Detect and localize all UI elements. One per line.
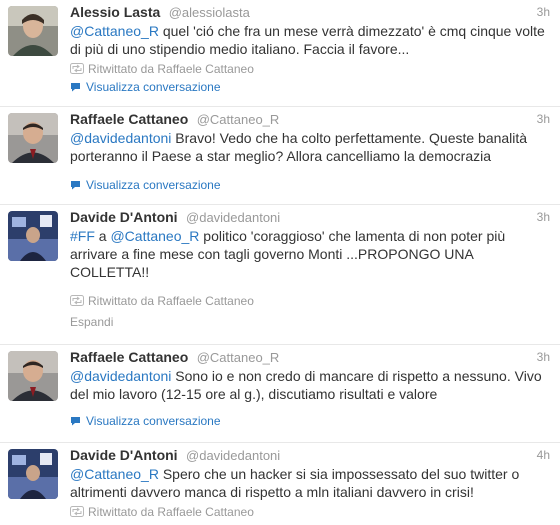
avatar-image [8, 6, 58, 56]
retweet-icon [70, 63, 84, 74]
avatar-image [8, 449, 58, 499]
tweet-fullname[interactable]: Davide D'Antoni [70, 209, 178, 225]
avatar[interactable] [8, 351, 58, 401]
tweet-header: Davide D'Antoni @davidedantoni 3h [70, 209, 550, 227]
tweet-text: @Cattaneo_R Spero che un hacker si sia i… [70, 465, 550, 501]
tweet-header: Alessio Lasta @alessiolasta 3h [70, 4, 550, 22]
tweet[interactable]: Raffaele Cattaneo @Cattaneo_R 3h @davide… [0, 345, 560, 443]
view-conversation-label[interactable]: Visualizza conversazione [86, 414, 221, 428]
tweet-username[interactable]: @davidedantoni [186, 210, 280, 225]
tweet[interactable]: Davide D'Antoni @davidedantoni 3h #FF a … [0, 205, 560, 345]
view-conversation-link[interactable]: Visualizza conversazione [70, 79, 221, 95]
avatar[interactable] [8, 6, 58, 56]
tweet-header: Davide D'Antoni @davidedantoni 4h [70, 447, 550, 465]
avatar-image [8, 211, 58, 261]
tweet[interactable]: Raffaele Cattaneo @Cattaneo_R 3h @davide… [0, 107, 560, 205]
tweet[interactable]: Alessio Lasta @alessiolasta 3h @Cattaneo… [0, 0, 560, 107]
tweet-timestamp[interactable]: 4h [537, 448, 550, 462]
view-conversation-link[interactable]: Visualizza conversazione [70, 413, 221, 429]
view-conversation-label[interactable]: Visualizza conversazione [86, 178, 221, 192]
retweet-label[interactable]: Ritwittato da Raffaele Cattaneo [88, 294, 254, 308]
tweet-text: #FF a @Cattaneo_R politico 'coraggioso' … [70, 227, 550, 281]
avatar[interactable] [8, 113, 58, 163]
tweet-text: @Cattaneo_R quel 'ció che fra un mese ve… [70, 22, 550, 58]
expand-link[interactable]: Espandi [70, 314, 113, 330]
retweet-icon [70, 506, 84, 517]
retweet-label[interactable]: Ritwittato da Raffaele Cattaneo [88, 62, 254, 76]
tweet-timestamp[interactable]: 3h [537, 350, 550, 364]
view-conversation-label[interactable]: Visualizza conversazione [86, 80, 221, 94]
tweet-header: Raffaele Cattaneo @Cattaneo_R 3h [70, 349, 550, 367]
retweet-context: Ritwittato da Raffaele Cattaneo [70, 293, 254, 309]
tweet-username[interactable]: @alessiolasta [169, 5, 250, 20]
tweet-text-connector: a [94, 228, 111, 244]
tweet-fullname[interactable]: Raffaele Cattaneo [70, 111, 188, 127]
tweet-fullname[interactable]: Raffaele Cattaneo [70, 349, 188, 365]
mention-link[interactable]: @davidedantoni [70, 130, 171, 146]
retweet-label[interactable]: Ritwittato da Raffaele Cattaneo [88, 505, 254, 519]
speech-bubble-icon [71, 83, 80, 92]
avatar[interactable] [8, 449, 58, 499]
tweet-text: @davidedantoni Sono io e non credo di ma… [70, 367, 550, 403]
retweet-context: Ritwittato da Raffaele Cattaneo [70, 504, 254, 520]
tweet-username[interactable]: @Cattaneo_R [197, 112, 280, 127]
avatar-image [8, 351, 58, 401]
tweet-username[interactable]: @Cattaneo_R [197, 350, 280, 365]
mention-link[interactable]: @Cattaneo_R [70, 23, 159, 39]
tweet-fullname[interactable]: Alessio Lasta [70, 4, 160, 20]
speech-bubble-icon [71, 417, 80, 426]
avatar[interactable] [8, 211, 58, 261]
tweet-timestamp[interactable]: 3h [537, 5, 550, 19]
retweet-icon [70, 295, 84, 306]
mention-link[interactable]: @Cattaneo_R [70, 466, 159, 482]
retweet-context: Ritwittato da Raffaele Cattaneo [70, 61, 254, 77]
tweet-username[interactable]: @davidedantoni [186, 448, 280, 463]
avatar-image [8, 113, 58, 163]
tweet-text: @davidedantoni Bravo! Vedo che ha colto … [70, 129, 550, 165]
view-conversation-link[interactable]: Visualizza conversazione [70, 177, 221, 193]
tweet-fullname[interactable]: Davide D'Antoni [70, 447, 178, 463]
tweet-timestamp[interactable]: 3h [537, 210, 550, 224]
tweet[interactable]: Davide D'Antoni @davidedantoni 4h @Catta… [0, 443, 560, 525]
hashtag-link[interactable]: #FF [70, 228, 95, 244]
tweet-header: Raffaele Cattaneo @Cattaneo_R 3h [70, 111, 550, 129]
mention-link[interactable]: @davidedantoni [70, 368, 171, 384]
mention-link[interactable]: @Cattaneo_R [110, 228, 199, 244]
speech-bubble-icon [71, 181, 80, 190]
tweet-timestamp[interactable]: 3h [537, 112, 550, 126]
